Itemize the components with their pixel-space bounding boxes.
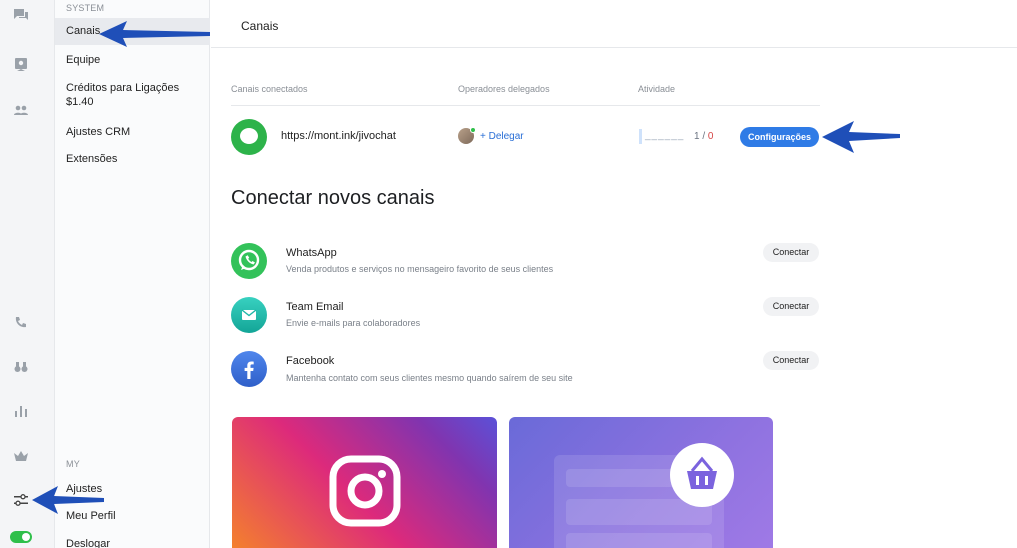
activity-zero-value: 0 — [707, 131, 714, 142]
configuracoes-button[interactable]: Configurações — [740, 127, 819, 147]
settings-sidebar: SYSTEM Canais Equipe Créditos para Ligaç… — [55, 0, 210, 548]
channel-url: https://mont.ink/jivochat — [281, 130, 396, 142]
sidebar-item-equipe[interactable]: Equipe — [55, 53, 210, 67]
instagram-channel-card[interactable] — [232, 417, 497, 548]
section-my-label: MY — [66, 459, 80, 469]
channel-name-team-email: Team Email — [286, 301, 344, 313]
sidebar-item-label: Deslogar — [66, 538, 111, 548]
credit-balance: $1.40 — [66, 96, 94, 108]
sidebar-item-label: Ajustes CRM — [66, 126, 131, 138]
sidebar-item-deslogar[interactable]: Deslogar — [55, 537, 210, 548]
shopping-basket-icon — [670, 443, 734, 507]
chat-icon[interactable] — [13, 7, 29, 23]
section-system-label: SYSTEM — [66, 3, 105, 13]
online-shop-channel-card[interactable] — [509, 417, 773, 548]
annotation-arrow-canais — [99, 21, 210, 47]
facebook-icon — [231, 351, 267, 387]
column-header-activity: Atividade — [638, 84, 676, 94]
column-header-operators: Operadores delegados — [458, 84, 550, 94]
team-icon[interactable] — [13, 102, 29, 118]
channel-name-facebook: Facebook — [286, 355, 335, 367]
contacts-icon[interactable] — [13, 57, 29, 73]
crown-icon[interactable] — [13, 448, 29, 464]
operator-online-dot — [470, 127, 476, 133]
activity-placeholder: ______ — [645, 130, 685, 141]
sidebar-item-extensoes[interactable]: Extensões — [55, 152, 210, 166]
activity-separator: / — [699, 131, 708, 142]
online-status-toggle[interactable] — [10, 531, 32, 543]
table-divider — [231, 105, 820, 106]
settings-sliders-icon[interactable] — [13, 492, 29, 508]
annotation-arrow-configuracoes — [822, 121, 900, 153]
email-icon — [231, 297, 267, 333]
sidebar-item-label: Equipe — [66, 54, 101, 66]
page-title: Canais — [241, 19, 279, 33]
activity-count: 1 / 0 — [694, 131, 713, 142]
connect-team-email-button[interactable]: Conectar — [763, 297, 819, 316]
delegate-operator-link[interactable]: + Delegar — [480, 131, 524, 142]
channel-desc-facebook: Mantenha contato com seus clientes mesmo… — [286, 373, 573, 383]
sidebar-item-label: Créditos para Ligações — [66, 82, 180, 94]
jivochat-channel-icon — [231, 119, 267, 155]
phone-icon[interactable] — [13, 315, 29, 331]
column-header-channels: Canais conectados — [231, 84, 308, 94]
binoculars-icon[interactable] — [13, 359, 29, 375]
page-header: Canais — [211, 0, 1017, 48]
new-channels-title: Conectar novos canais — [231, 187, 435, 209]
sidebar-item-label: Extensões — [66, 153, 118, 165]
sidebar-item-label: Canais — [66, 25, 101, 37]
whatsapp-icon — [231, 243, 267, 279]
channel-desc-whatsapp: Venda produtos e serviços no mensageiro … — [286, 264, 554, 274]
connect-facebook-button[interactable]: Conectar — [763, 351, 819, 370]
channel-desc-team-email: Envie e-mails para colaboradores — [286, 318, 421, 328]
app-root: SYSTEM Canais Equipe Créditos para Ligaç… — [0, 0, 1017, 548]
channel-name-whatsapp: WhatsApp — [286, 247, 337, 259]
icon-rail — [0, 0, 55, 548]
annotation-arrow-ajustes — [32, 486, 104, 514]
activity-bar — [639, 129, 642, 144]
connect-whatsapp-button[interactable]: Conectar — [763, 243, 819, 262]
stats-icon[interactable] — [13, 403, 29, 419]
instagram-icon — [329, 455, 401, 527]
sidebar-item-creditos[interactable]: Créditos para Ligações $1.40 — [55, 81, 210, 109]
sidebar-item-ajustes-crm[interactable]: Ajustes CRM — [55, 125, 210, 139]
